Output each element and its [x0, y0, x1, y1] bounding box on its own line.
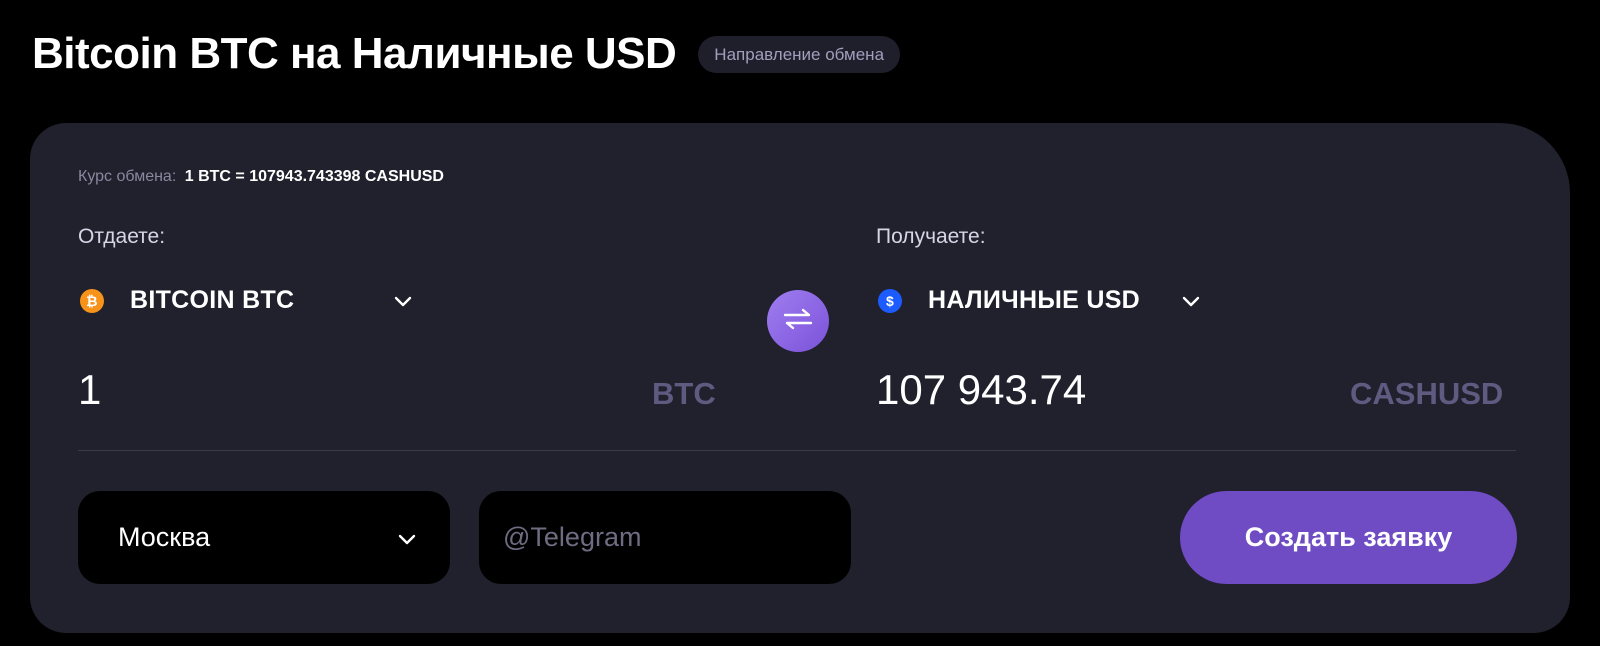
create-request-button[interactable]: Создать заявку: [1180, 491, 1517, 584]
chevron-down-icon: [398, 522, 416, 553]
divider: [78, 450, 1516, 451]
dollar-icon: $: [878, 288, 902, 313]
give-amount-input[interactable]: [78, 366, 578, 414]
give-currency-select[interactable]: ₿ BITCOIN BTC: [80, 286, 412, 315]
exchange-rate: Курс обмена: 1 BTC = 107943.743398 CASHU…: [78, 168, 444, 186]
swap-button[interactable]: [767, 290, 829, 352]
telegram-input[interactable]: [479, 491, 851, 584]
title-row: Bitcoin BTC на Наличные USD Направление …: [32, 28, 901, 81]
receive-amount-input[interactable]: [876, 366, 1376, 414]
exchange-card: Курс обмена: 1 BTC = 107943.743398 CASHU…: [30, 123, 1570, 633]
give-unit: BTC: [652, 376, 716, 411]
give-currency-name: BITCOIN BTC: [130, 286, 295, 314]
bitcoin-icon: ₿: [80, 288, 104, 313]
receive-currency-name: НАЛИЧНЫЕ USD: [928, 286, 1141, 314]
exchange-page: Bitcoin BTC на Наличные USD Направление …: [0, 0, 1600, 646]
swap-arrows-icon: [781, 307, 815, 336]
rate-label: Курс обмена:: [78, 168, 177, 185]
give-label: Отдаете:: [78, 225, 166, 248]
receive-unit: CASHUSD: [1350, 376, 1504, 411]
page-title: Bitcoin BTC на Наличные USD: [32, 29, 677, 78]
receive-currency-select[interactable]: $ НАЛИЧНЫЕ USD: [878, 286, 1200, 315]
chevron-down-icon: [1182, 286, 1200, 315]
city-value: Москва: [118, 522, 211, 552]
direction-badge: Направление обмена: [698, 35, 901, 73]
chevron-down-icon: [394, 286, 412, 315]
rate-value: 1 BTC = 107943.743398 CASHUSD: [184, 168, 444, 185]
city-select[interactable]: Москва: [78, 491, 450, 584]
receive-label: Получаете:: [876, 225, 986, 248]
